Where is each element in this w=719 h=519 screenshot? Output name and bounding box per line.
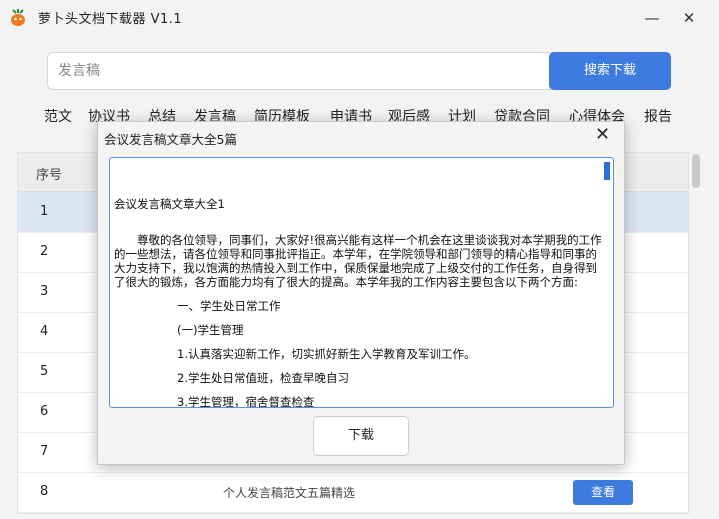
- row-number: 8: [40, 484, 48, 499]
- app-title: 萝卜头文档下载器 V1.1: [38, 8, 182, 27]
- title-bar: 萝卜头文档下载器 V1.1 — ✕: [0, 0, 719, 34]
- doc-paragraph: 3.学生管理，宿舍督查检查: [154, 395, 606, 408]
- row-number: 5: [40, 364, 48, 379]
- search-download-button[interactable]: 搜索下载: [549, 52, 671, 90]
- download-button[interactable]: 下载: [313, 416, 409, 456]
- table-scrollbar[interactable]: [690, 152, 702, 512]
- view-button[interactable]: 查看: [573, 480, 633, 505]
- column-header-no: 序号: [36, 164, 62, 183]
- scrollbar-thumb[interactable]: [692, 154, 700, 188]
- dialog-title: 会议发言稿文章大全5篇: [104, 129, 237, 148]
- row-number: 7: [40, 444, 48, 459]
- doc-paragraph: 2.学生处日常值班，检查早晚自习: [154, 371, 606, 385]
- table-row[interactable]: 8 个人发言稿范文五篇精选 查看: [18, 472, 688, 513]
- radish-logo-icon: [8, 7, 28, 27]
- row-title: 个人发言稿范文五篇精选: [223, 484, 355, 501]
- text-scrollbar-thumb[interactable]: [604, 162, 610, 180]
- doc-paragraph: (一)学生管理: [154, 323, 606, 337]
- row-number: 3: [40, 284, 48, 299]
- row-number: 4: [40, 324, 48, 339]
- doc-paragraph: 1.认真落实迎新工作，切实抓好新生入学教育及军训工作。: [154, 347, 606, 361]
- dialog-close-icon[interactable]: ✕: [595, 124, 610, 145]
- search-input[interactable]: 发言稿: [47, 52, 561, 90]
- preview-dialog: 会议发言稿文章大全5篇 ✕ 会议发言稿文章大全1 尊敬的各位领导，同事们，大家好…: [97, 121, 625, 465]
- doc-paragraph: 一、学生处日常工作: [154, 299, 606, 313]
- row-number: 1: [40, 204, 48, 219]
- document-content: 会议发言稿文章大全1 尊敬的各位领导，同事们，大家好!很高兴能有这样一个机会在这…: [114, 197, 606, 408]
- minimize-button[interactable]: —: [640, 8, 664, 28]
- category-tab[interactable]: 范文: [44, 106, 72, 126]
- row-number: 6: [40, 404, 48, 419]
- doc-heading: 会议发言稿文章大全1: [114, 197, 606, 211]
- category-tab[interactable]: 报告: [644, 106, 672, 126]
- close-button[interactable]: ✕: [677, 8, 701, 28]
- row-number: 2: [40, 244, 48, 259]
- document-text-area[interactable]: 会议发言稿文章大全1 尊敬的各位领导，同事们，大家好!很高兴能有这样一个机会在这…: [109, 157, 614, 408]
- doc-paragraph: 尊敬的各位领导，同事们，大家好!很高兴能有这样一个机会在这里谈谈我对本学期我的工…: [114, 233, 606, 289]
